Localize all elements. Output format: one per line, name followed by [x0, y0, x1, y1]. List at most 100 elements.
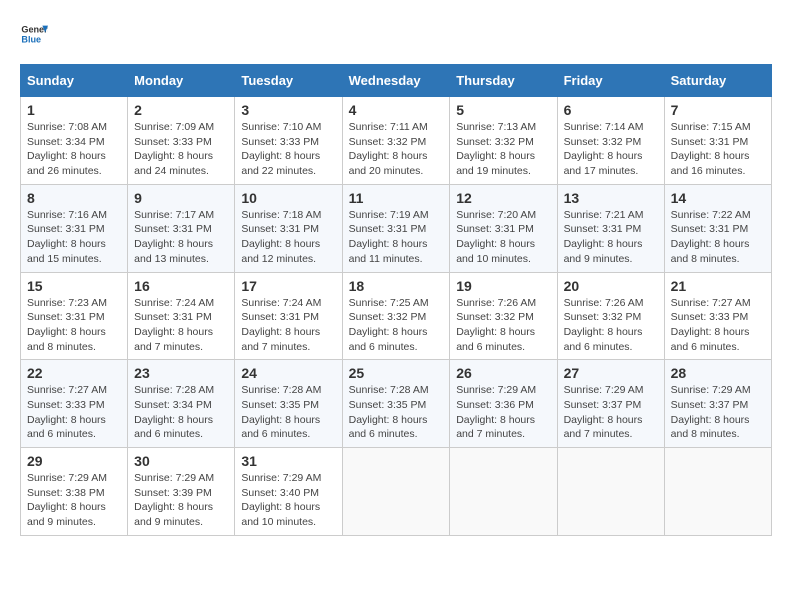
calendar-day-header: Sunday [21, 65, 128, 97]
day-info: Sunrise: 7:29 AMSunset: 3:39 PMDaylight:… [134, 471, 228, 530]
day-info: Sunrise: 7:08 AMSunset: 3:34 PMDaylight:… [27, 120, 121, 179]
day-number: 28 [671, 365, 765, 381]
calendar-cell [664, 448, 771, 536]
calendar-day-header: Thursday [450, 65, 557, 97]
day-number: 4 [349, 102, 444, 118]
day-number: 2 [134, 102, 228, 118]
day-number: 17 [241, 278, 335, 294]
calendar-week-row: 1 Sunrise: 7:08 AMSunset: 3:34 PMDaylight… [21, 97, 772, 185]
day-info: Sunrise: 7:29 AMSunset: 3:37 PMDaylight:… [671, 383, 765, 442]
day-info: Sunrise: 7:26 AMSunset: 3:32 PMDaylight:… [456, 296, 550, 355]
calendar-cell: 5 Sunrise: 7:13 AMSunset: 3:32 PMDaylight… [450, 97, 557, 185]
day-number: 5 [456, 102, 550, 118]
calendar-cell: 8 Sunrise: 7:16 AMSunset: 3:31 PMDaylight… [21, 184, 128, 272]
day-info: Sunrise: 7:29 AMSunset: 3:38 PMDaylight:… [27, 471, 121, 530]
calendar-cell: 11 Sunrise: 7:19 AMSunset: 3:31 PMDayligh… [342, 184, 450, 272]
logo-icon: General Blue [20, 20, 48, 48]
day-info: Sunrise: 7:22 AMSunset: 3:31 PMDaylight:… [671, 208, 765, 267]
calendar-cell: 1 Sunrise: 7:08 AMSunset: 3:34 PMDaylight… [21, 97, 128, 185]
svg-text:Blue: Blue [21, 34, 41, 44]
calendar-cell: 28 Sunrise: 7:29 AMSunset: 3:37 PMDayligh… [664, 360, 771, 448]
day-number: 12 [456, 190, 550, 206]
day-info: Sunrise: 7:21 AMSunset: 3:31 PMDaylight:… [564, 208, 658, 267]
calendar-day-header: Saturday [664, 65, 771, 97]
day-number: 29 [27, 453, 121, 469]
calendar-cell [450, 448, 557, 536]
day-info: Sunrise: 7:29 AMSunset: 3:36 PMDaylight:… [456, 383, 550, 442]
day-info: Sunrise: 7:27 AMSunset: 3:33 PMDaylight:… [27, 383, 121, 442]
calendar-day-header: Friday [557, 65, 664, 97]
day-info: Sunrise: 7:16 AMSunset: 3:31 PMDaylight:… [27, 208, 121, 267]
day-info: Sunrise: 7:28 AMSunset: 3:35 PMDaylight:… [241, 383, 335, 442]
calendar-cell: 4 Sunrise: 7:11 AMSunset: 3:32 PMDaylight… [342, 97, 450, 185]
day-info: Sunrise: 7:29 AMSunset: 3:40 PMDaylight:… [241, 471, 335, 530]
day-info: Sunrise: 7:19 AMSunset: 3:31 PMDaylight:… [349, 208, 444, 267]
calendar-cell: 21Sunrise: 7:27 AMSunset: 3:33 PMDayligh… [664, 272, 771, 360]
day-info: Sunrise: 7:15 AMSunset: 3:31 PMDaylight:… [671, 120, 765, 179]
calendar-week-row: 8 Sunrise: 7:16 AMSunset: 3:31 PMDaylight… [21, 184, 772, 272]
calendar-cell: 19 Sunrise: 7:26 AMSunset: 3:32 PMDayligh… [450, 272, 557, 360]
day-info: Sunrise: 7:20 AMSunset: 3:31 PMDaylight:… [456, 208, 550, 267]
calendar-cell: 16Sunrise: 7:24 AMSunset: 3:31 PMDayligh… [128, 272, 235, 360]
calendar-cell: 31 Sunrise: 7:29 AMSunset: 3:40 PMDayligh… [235, 448, 342, 536]
calendar-day-header: Wednesday [342, 65, 450, 97]
calendar-cell: 22 Sunrise: 7:27 AMSunset: 3:33 PMDayligh… [21, 360, 128, 448]
day-info: Sunrise: 7:26 AMSunset: 3:32 PMDaylight:… [564, 296, 658, 355]
calendar-cell: 17 Sunrise: 7:24 AMSunset: 3:31 PMDayligh… [235, 272, 342, 360]
logo: General Blue [20, 20, 48, 48]
day-info: Sunrise: 7:11 AMSunset: 3:32 PMDaylight:… [349, 120, 444, 179]
day-info: Sunrise: 7:28 AMSunset: 3:35 PMDaylight:… [349, 383, 444, 442]
day-info: Sunrise: 7:18 AMSunset: 3:31 PMDaylight:… [241, 208, 335, 267]
day-number: 13 [564, 190, 658, 206]
calendar-cell: 29 Sunrise: 7:29 AMSunset: 3:38 PMDayligh… [21, 448, 128, 536]
calendar-week-row: 29 Sunrise: 7:29 AMSunset: 3:38 PMDayligh… [21, 448, 772, 536]
calendar-cell: 30 Sunrise: 7:29 AMSunset: 3:39 PMDayligh… [128, 448, 235, 536]
day-number: 15 [27, 278, 121, 294]
calendar-cell: 6Sunrise: 7:14 AMSunset: 3:32 PMDaylight… [557, 97, 664, 185]
calendar-cell: 15 Sunrise: 7:23 AMSunset: 3:31 PMDayligh… [21, 272, 128, 360]
day-info: Sunrise: 7:10 AMSunset: 3:33 PMDaylight:… [241, 120, 335, 179]
day-number: 3 [241, 102, 335, 118]
calendar-cell: 10Sunrise: 7:18 AMSunset: 3:31 PMDayligh… [235, 184, 342, 272]
day-number: 1 [27, 102, 121, 118]
calendar-cell: 3 Sunrise: 7:10 AMSunset: 3:33 PMDaylight… [235, 97, 342, 185]
calendar-week-row: 22 Sunrise: 7:27 AMSunset: 3:33 PMDayligh… [21, 360, 772, 448]
day-info: Sunrise: 7:13 AMSunset: 3:32 PMDaylight:… [456, 120, 550, 179]
day-number: 18 [349, 278, 444, 294]
calendar-cell [557, 448, 664, 536]
calendar-week-row: 15 Sunrise: 7:23 AMSunset: 3:31 PMDayligh… [21, 272, 772, 360]
calendar-cell: 18 Sunrise: 7:25 AMSunset: 3:32 PMDayligh… [342, 272, 450, 360]
calendar-cell: 7Sunrise: 7:15 AMSunset: 3:31 PMDaylight… [664, 97, 771, 185]
day-number: 16 [134, 278, 228, 294]
day-number: 19 [456, 278, 550, 294]
calendar-header-row: SundayMondayTuesdayWednesdayThursdayFrid… [21, 65, 772, 97]
day-info: Sunrise: 7:23 AMSunset: 3:31 PMDaylight:… [27, 296, 121, 355]
calendar-day-header: Tuesday [235, 65, 342, 97]
day-info: Sunrise: 7:17 AMSunset: 3:31 PMDaylight:… [134, 208, 228, 267]
day-number: 30 [134, 453, 228, 469]
day-info: Sunrise: 7:24 AMSunset: 3:31 PMDaylight:… [241, 296, 335, 355]
day-number: 25 [349, 365, 444, 381]
calendar-cell: 23Sunrise: 7:28 AMSunset: 3:34 PMDayligh… [128, 360, 235, 448]
day-number: 11 [349, 190, 444, 206]
day-number: 26 [456, 365, 550, 381]
calendar-cell: 13 Sunrise: 7:21 AMSunset: 3:31 PMDayligh… [557, 184, 664, 272]
day-number: 22 [27, 365, 121, 381]
calendar-cell: 24Sunrise: 7:28 AMSunset: 3:35 PMDayligh… [235, 360, 342, 448]
calendar-cell: 2Sunrise: 7:09 AMSunset: 3:33 PMDaylight… [128, 97, 235, 185]
day-info: Sunrise: 7:28 AMSunset: 3:34 PMDaylight:… [134, 383, 228, 442]
calendar-cell: 25 Sunrise: 7:28 AMSunset: 3:35 PMDayligh… [342, 360, 450, 448]
day-info: Sunrise: 7:29 AMSunset: 3:37 PMDaylight:… [564, 383, 658, 442]
day-number: 31 [241, 453, 335, 469]
day-number: 20 [564, 278, 658, 294]
page-header: General Blue [20, 20, 772, 48]
day-info: Sunrise: 7:25 AMSunset: 3:32 PMDaylight:… [349, 296, 444, 355]
day-number: 14 [671, 190, 765, 206]
day-number: 6 [564, 102, 658, 118]
day-number: 8 [27, 190, 121, 206]
calendar-cell: 27Sunrise: 7:29 AMSunset: 3:37 PMDayligh… [557, 360, 664, 448]
day-number: 9 [134, 190, 228, 206]
calendar-cell: 26 Sunrise: 7:29 AMSunset: 3:36 PMDayligh… [450, 360, 557, 448]
calendar-day-header: Monday [128, 65, 235, 97]
day-number: 21 [671, 278, 765, 294]
